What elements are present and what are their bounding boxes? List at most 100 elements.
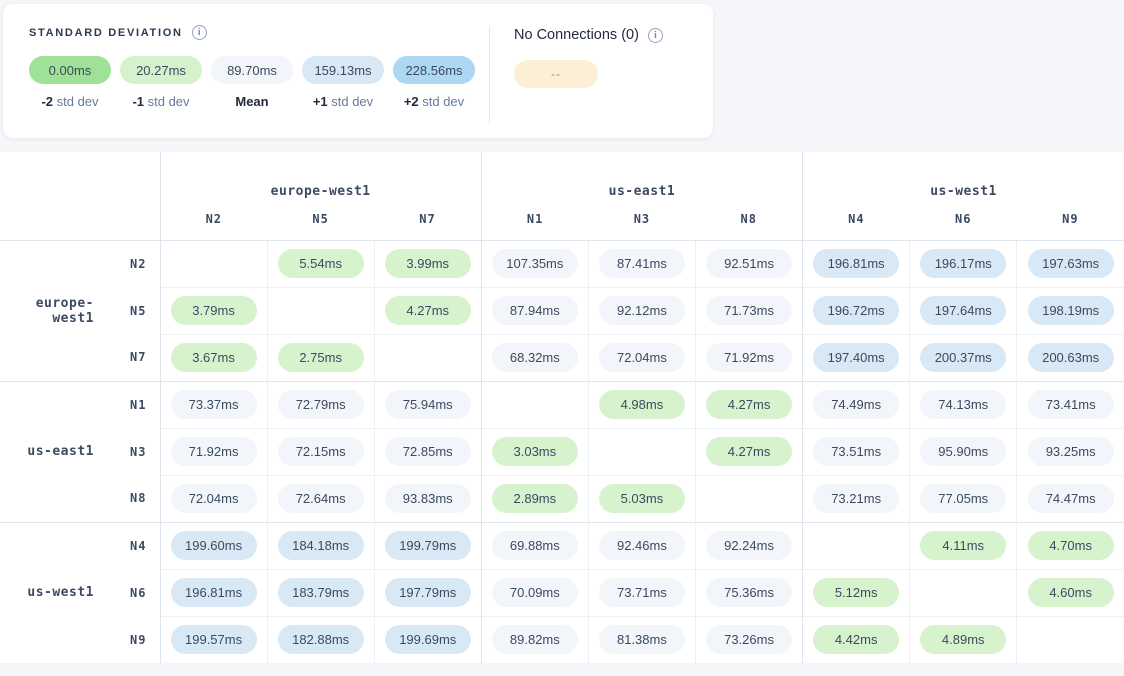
latency-pill[interactable]: 92.51ms bbox=[706, 249, 792, 278]
latency-pill[interactable]: 72.64ms bbox=[278, 484, 364, 513]
latency-pill[interactable]: 5.12ms bbox=[813, 578, 899, 607]
latency-pill[interactable]: 200.63ms bbox=[1028, 343, 1114, 372]
latency-cell: 2.75ms bbox=[267, 334, 374, 381]
latency-pill[interactable]: 73.26ms bbox=[706, 625, 792, 654]
latency-pill[interactable]: 4.27ms bbox=[385, 296, 471, 325]
latency-pill[interactable]: 3.99ms bbox=[385, 249, 471, 278]
latency-pill[interactable]: 196.17ms bbox=[920, 249, 1006, 278]
latency-pill[interactable]: 4.98ms bbox=[599, 390, 685, 419]
row-node-N6: N6 bbox=[110, 569, 160, 616]
latency-pill[interactable]: 4.27ms bbox=[706, 390, 792, 419]
latency-pill[interactable]: 4.70ms bbox=[1028, 531, 1114, 560]
latency-pill[interactable]: 196.81ms bbox=[813, 249, 899, 278]
latency-cell: 72.79ms bbox=[267, 381, 374, 428]
latency-pill[interactable]: 4.60ms bbox=[1028, 578, 1114, 607]
no-connections-info-icon[interactable]: i bbox=[648, 28, 663, 43]
latency-pill[interactable]: 87.41ms bbox=[599, 249, 685, 278]
latency-pill[interactable]: 81.38ms bbox=[599, 625, 685, 654]
latency-pill[interactable]: 77.05ms bbox=[920, 484, 1006, 513]
latency-pill[interactable]: 73.37ms bbox=[171, 390, 257, 419]
column-node-N6: N6 bbox=[910, 210, 1017, 240]
row-node-N2: N2 bbox=[110, 240, 160, 287]
latency-pill[interactable]: 183.79ms bbox=[278, 578, 364, 607]
latency-pill[interactable]: 2.75ms bbox=[278, 343, 364, 372]
latency-pill[interactable]: 199.57ms bbox=[171, 625, 257, 654]
latency-pill[interactable]: 197.79ms bbox=[385, 578, 471, 607]
latency-pill[interactable]: 3.03ms bbox=[492, 437, 578, 466]
latency-cell: 200.63ms bbox=[1017, 334, 1124, 381]
latency-pill[interactable]: 182.88ms bbox=[278, 625, 364, 654]
latency-pill[interactable]: 197.40ms bbox=[813, 343, 899, 372]
latency-pill[interactable]: 95.90ms bbox=[920, 437, 1006, 466]
latency-pill[interactable]: 93.25ms bbox=[1028, 437, 1114, 466]
latency-pill[interactable]: 72.79ms bbox=[278, 390, 364, 419]
latency-cell bbox=[267, 287, 374, 334]
latency-pill[interactable]: 70.09ms bbox=[492, 578, 578, 607]
latency-pill[interactable]: 73.41ms bbox=[1028, 390, 1114, 419]
legend-step-1: 20.27ms-1 std dev bbox=[120, 56, 202, 109]
latency-pill[interactable]: 5.03ms bbox=[599, 484, 685, 513]
latency-pill[interactable]: 200.37ms bbox=[920, 343, 1006, 372]
latency-pill[interactable]: 4.89ms bbox=[920, 625, 1006, 654]
latency-cell bbox=[588, 428, 695, 475]
legend-step-pill: 20.27ms bbox=[120, 56, 202, 84]
latency-cell: 197.40ms bbox=[803, 334, 910, 381]
latency-pill[interactable]: 68.32ms bbox=[492, 343, 578, 372]
latency-pill[interactable]: 72.85ms bbox=[385, 437, 471, 466]
latency-pill[interactable]: 74.49ms bbox=[813, 390, 899, 419]
latency-pill[interactable]: 4.11ms bbox=[920, 531, 1006, 560]
latency-pill[interactable]: 73.51ms bbox=[813, 437, 899, 466]
latency-pill[interactable]: 92.46ms bbox=[599, 531, 685, 560]
latency-cell: 68.32ms bbox=[481, 334, 588, 381]
latency-cell bbox=[803, 522, 910, 569]
legend-card: STANDARD DEVIATION i 0.00ms-2 std dev20.… bbox=[3, 4, 713, 138]
latency-pill[interactable]: 74.47ms bbox=[1028, 484, 1114, 513]
legend-step-3: 159.13ms+1 std dev bbox=[302, 56, 384, 109]
latency-pill[interactable]: 89.82ms bbox=[492, 625, 578, 654]
latency-pill[interactable]: 72.04ms bbox=[171, 484, 257, 513]
latency-pill[interactable]: 107.35ms bbox=[492, 249, 578, 278]
latency-pill[interactable]: 3.79ms bbox=[171, 296, 257, 325]
latency-pill[interactable]: 197.64ms bbox=[920, 296, 1006, 325]
latency-pill[interactable]: 71.92ms bbox=[171, 437, 257, 466]
latency-cell: 107.35ms bbox=[481, 240, 588, 287]
latency-pill[interactable]: 196.81ms bbox=[171, 578, 257, 607]
latency-pill[interactable]: 73.21ms bbox=[813, 484, 899, 513]
latency-cell: 2.89ms bbox=[481, 475, 588, 522]
latency-pill[interactable]: 75.94ms bbox=[385, 390, 471, 419]
latency-pill[interactable]: 87.94ms bbox=[492, 296, 578, 325]
matrix-row-N2: europe-west1N25.54ms3.99ms107.35ms87.41m… bbox=[0, 240, 1124, 287]
stddev-info-icon[interactable]: i bbox=[192, 25, 207, 40]
latency-pill[interactable]: 199.69ms bbox=[385, 625, 471, 654]
latency-pill[interactable]: 2.89ms bbox=[492, 484, 578, 513]
latency-pill[interactable]: 75.36ms bbox=[706, 578, 792, 607]
latency-pill[interactable]: 92.12ms bbox=[599, 296, 685, 325]
latency-pill[interactable]: 71.92ms bbox=[706, 343, 792, 372]
latency-pill[interactable]: 74.13ms bbox=[920, 390, 1006, 419]
latency-pill[interactable]: 73.71ms bbox=[599, 578, 685, 607]
latency-pill[interactable]: 69.88ms bbox=[492, 531, 578, 560]
latency-pill[interactable]: 4.27ms bbox=[706, 437, 792, 466]
latency-cell: 73.51ms bbox=[803, 428, 910, 475]
latency-pill[interactable]: 199.60ms bbox=[171, 531, 257, 560]
latency-pill[interactable]: 199.79ms bbox=[385, 531, 471, 560]
latency-pill[interactable]: 198.19ms bbox=[1028, 296, 1114, 325]
latency-pill[interactable]: 3.67ms bbox=[171, 343, 257, 372]
latency-pill[interactable]: 71.73ms bbox=[706, 296, 792, 325]
latency-pill[interactable]: 72.04ms bbox=[599, 343, 685, 372]
latency-cell: 70.09ms bbox=[481, 569, 588, 616]
latency-cell: 4.98ms bbox=[588, 381, 695, 428]
latency-cell: 4.42ms bbox=[803, 616, 910, 663]
latency-pill[interactable]: 4.42ms bbox=[813, 625, 899, 654]
latency-pill[interactable]: 184.18ms bbox=[278, 531, 364, 560]
latency-pill[interactable]: 93.83ms bbox=[385, 484, 471, 513]
latency-cell: 95.90ms bbox=[910, 428, 1017, 475]
latency-pill[interactable]: 5.54ms bbox=[278, 249, 364, 278]
latency-pill[interactable]: 72.15ms bbox=[278, 437, 364, 466]
no-connections-legend: No Connections (0) i -- bbox=[490, 25, 663, 138]
latency-pill[interactable]: 92.24ms bbox=[706, 531, 792, 560]
latency-cell: 200.37ms bbox=[910, 334, 1017, 381]
latency-pill[interactable]: 196.72ms bbox=[813, 296, 899, 325]
latency-pill[interactable]: 197.63ms bbox=[1028, 249, 1114, 278]
legend-step-pill: 159.13ms bbox=[302, 56, 384, 84]
